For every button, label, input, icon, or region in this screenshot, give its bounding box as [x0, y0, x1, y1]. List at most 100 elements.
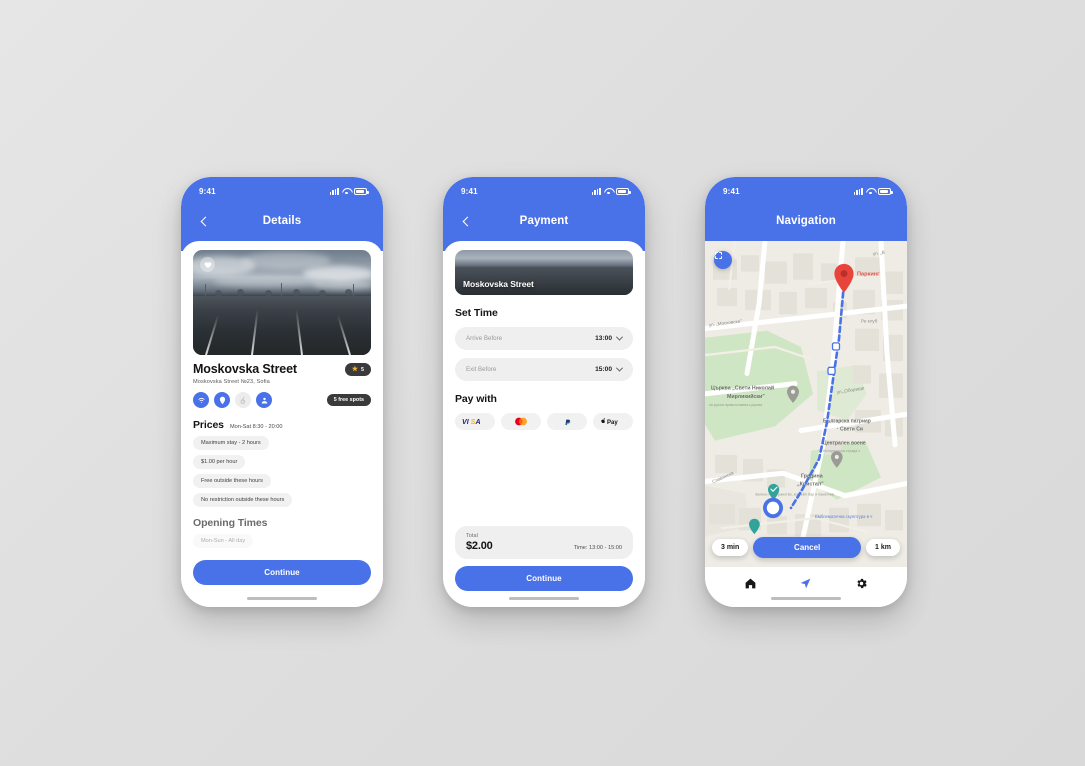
destination-label: Паркинг: [857, 272, 880, 278]
tab-settings[interactable]: [849, 571, 873, 595]
tab-home[interactable]: [739, 571, 763, 595]
svg-text:Историческа сграда с: Историческа сграда с: [823, 449, 860, 453]
total-amount: $2.00: [466, 540, 493, 552]
header-payment: Payment: [443, 201, 645, 241]
accessible-icon[interactable]: [235, 392, 251, 409]
payment-methods: VI S A Pay: [455, 413, 633, 430]
free-spots-badge: 5 free spots: [326, 394, 371, 407]
ev-charger-icon[interactable]: [214, 392, 230, 409]
svg-text:Централен воене: Централен воене: [823, 441, 866, 447]
parking-photo: Moskovska Street: [455, 250, 633, 295]
place-name: Moskovska Street: [193, 362, 297, 376]
continue-button[interactable]: Continue: [193, 560, 371, 585]
field-label: Exit Before: [466, 366, 497, 373]
status-time: 9:41: [461, 186, 478, 196]
chevron-left-icon[interactable]: [197, 214, 211, 228]
svg-text:S: S: [471, 419, 476, 426]
heart-icon[interactable]: [200, 257, 215, 272]
opening-times-title: Opening Times: [193, 517, 268, 530]
opening-chip: Mon-Sun - All day: [193, 534, 254, 549]
status-time: 9:41: [723, 186, 740, 196]
price-chip: Maximum stay - 2 hours: [193, 436, 269, 451]
phone-navigation: 9:41 Navigation ул. „В ул. „Московска" Р…: [705, 177, 907, 607]
place-name: Moskovska Street: [463, 279, 534, 289]
total-box: Total $2.00 Time: 13:00 - 15:00: [455, 526, 633, 559]
battery-icon: [354, 187, 369, 195]
details-sheet: Moskovska Street Moskovska Street №23, S…: [181, 241, 383, 607]
wifi-icon: [604, 188, 613, 195]
svg-text:Църква „Свети Николай: Църква „Свети Николай: [711, 385, 774, 392]
phone-payment: 9:41 Payment Moskovska Street Set Time A…: [443, 177, 645, 607]
home-indicator: [771, 597, 841, 600]
price-chip: Free outside these hours: [193, 474, 271, 489]
apple-pay-icon[interactable]: Pay: [593, 413, 633, 430]
set-time-title: Set Time: [455, 307, 498, 319]
status-bar-navigation: 9:41: [705, 177, 907, 201]
svg-text:Емблематична скулптура в ч: Емблематична скулптура в ч: [815, 514, 872, 519]
field-value: 13:00: [595, 335, 612, 342]
svg-text:Ре клуб: Ре клуб: [861, 318, 878, 323]
current-location-icon: [763, 497, 783, 519]
svg-text:Мирликийски": Мирликийски": [727, 393, 765, 400]
distance-pill[interactable]: 1 km: [866, 539, 900, 556]
svg-text:A: A: [475, 419, 481, 426]
attendant-icon[interactable]: [256, 392, 272, 409]
svg-text:ка руска православна църква: ка руска православна църква: [709, 402, 763, 407]
chevron-down-icon[interactable]: [615, 364, 624, 372]
chevron-left-icon[interactable]: [459, 214, 473, 228]
svg-text:VI: VI: [462, 419, 470, 426]
field-value: 15:00: [595, 366, 612, 373]
total-label: Total: [466, 533, 478, 539]
visa-icon[interactable]: VI S A: [455, 413, 495, 430]
wifi-icon: [342, 188, 351, 195]
rating-badge: ★ 5: [344, 363, 371, 376]
rating-value: 5: [361, 366, 364, 373]
home-indicator: [247, 597, 317, 600]
battery-icon: [878, 187, 893, 195]
place-address: Moskovska Street №23, Sofia: [193, 379, 270, 386]
payment-sheet: Moskovska Street Set Time Arrive Before …: [443, 241, 645, 607]
svg-text:Зелено пространство, коктейл б: Зелено пространство, коктейл бар и памет…: [755, 493, 835, 497]
price-chip-list: Maximum stay - 2 hours $1.00 per hour Fr…: [193, 431, 371, 508]
continue-button[interactable]: Continue: [455, 566, 633, 591]
tab-navigate[interactable]: [794, 571, 818, 595]
parking-photo: [193, 250, 371, 355]
price-chip: No restriction outside these hours: [193, 493, 293, 508]
mastercard-icon[interactable]: [501, 413, 541, 430]
fullscreen-icon[interactable]: [714, 251, 732, 269]
status-time: 9:41: [199, 186, 216, 196]
paypal-icon[interactable]: [547, 413, 587, 430]
chevron-down-icon[interactable]: [615, 333, 624, 341]
svg-text:„Кристал": „Кристал": [797, 481, 824, 487]
pay-with-title: Pay with: [455, 393, 497, 405]
page-title: Payment: [519, 215, 569, 227]
arrive-before-field[interactable]: Arrive Before 13:00: [455, 327, 633, 350]
signal-bars-icon: [853, 187, 863, 195]
svg-text:Pay: Pay: [607, 420, 618, 426]
header-details: Details: [181, 201, 383, 241]
wifi-icon[interactable]: [193, 392, 209, 409]
page-title: Navigation: [776, 215, 836, 227]
prices-title: Prices: [193, 419, 224, 432]
battery-icon: [616, 187, 631, 195]
status-bar-details: 9:41: [181, 177, 383, 201]
prices-subtitle: Mon-Sat 8:30 - 20:00: [229, 424, 283, 431]
map-view[interactable]: ул. „В ул. „Московска" Ре клуб ул.„Обори…: [705, 241, 907, 567]
home-indicator: [509, 597, 579, 600]
status-bar-payment: 9:41: [443, 177, 645, 201]
eta-pill[interactable]: 3 min: [712, 539, 749, 556]
signal-bars-icon: [591, 187, 601, 195]
svg-text:Българска патриар: Българска патриар: [823, 418, 871, 424]
map-canvas: ул. „В ул. „Московска" Ре клуб ул.„Обори…: [705, 241, 907, 567]
phone-details: 9:41 Details Moskovska Street Moskovska …: [181, 177, 383, 607]
total-time: Time: 13:00 - 15:00: [573, 545, 622, 551]
star-icon: ★: [351, 366, 358, 373]
signal-bars-icon: [329, 187, 339, 195]
svg-text:· Свети Си: · Свети Си: [837, 426, 863, 432]
exit-before-field[interactable]: Exit Before 15:00: [455, 358, 633, 381]
bottom-tab-bar: [705, 567, 907, 607]
price-chip: $1.00 per hour: [193, 455, 246, 470]
wifi-icon: [866, 188, 875, 195]
cancel-button[interactable]: Cancel: [753, 537, 862, 558]
header-navigation: Navigation: [705, 201, 907, 241]
